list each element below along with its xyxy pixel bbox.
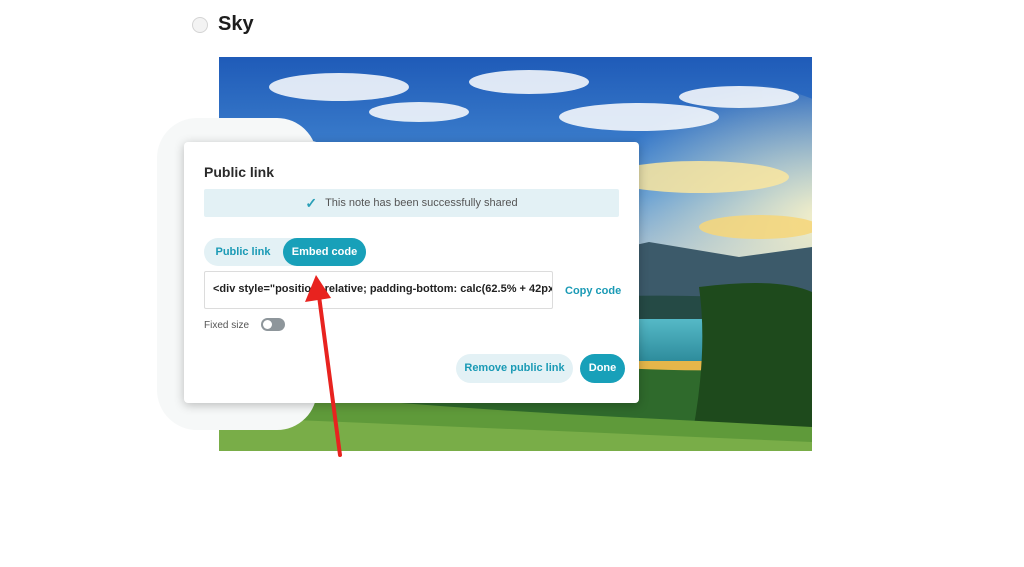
public-link-dialog: Public link ✓ This note has been success… — [184, 142, 639, 403]
embed-code-text: <div style="position: relative; padding-… — [213, 283, 553, 295]
dialog-title: Public link — [204, 164, 275, 180]
radio-circle-icon[interactable] — [192, 16, 208, 33]
fixed-size-toggle[interactable] — [261, 318, 285, 331]
remove-public-link-button[interactable]: Remove public link — [456, 354, 573, 383]
note-title: Sky — [218, 13, 254, 35]
copy-code-button[interactable]: Copy code — [565, 285, 621, 297]
success-banner: ✓ This note has been successfully shared — [204, 189, 619, 217]
success-message: This note has been successfully shared — [325, 197, 518, 209]
tab-public-link[interactable]: Public link — [204, 238, 282, 266]
link-type-tabs: Public link Embed code — [204, 238, 366, 266]
check-icon: ✓ — [305, 195, 318, 211]
embed-code-field[interactable]: <div style="position: relative; padding-… — [204, 271, 553, 309]
tab-embed-code[interactable]: Embed code — [283, 238, 366, 266]
done-button[interactable]: Done — [580, 354, 625, 383]
toggle-knob — [263, 320, 272, 329]
fixed-size-label: Fixed size — [204, 320, 250, 331]
note-header: Sky — [192, 13, 254, 36]
